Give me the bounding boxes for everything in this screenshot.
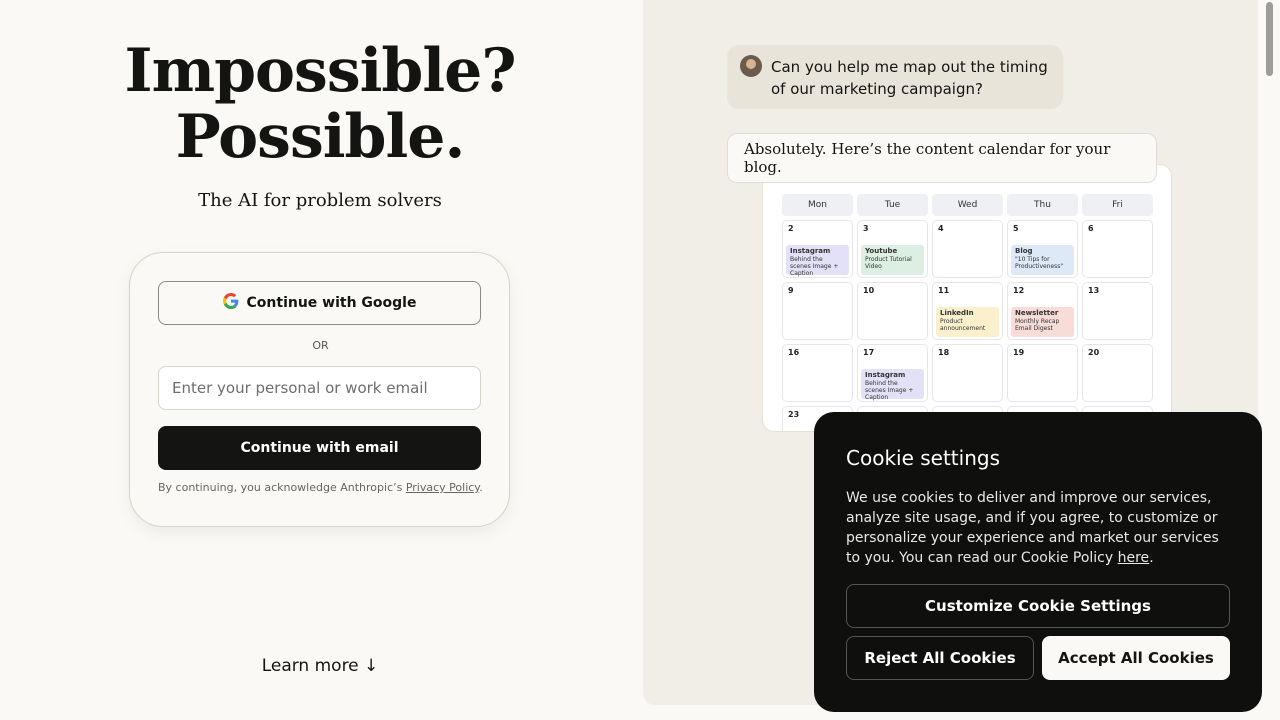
calendar-cell: 17 Instagram Behind the scenes Image + Cap… — [857, 344, 928, 402]
calendar-date: 9 — [788, 286, 794, 295]
calendar-cell: 20 — [1082, 344, 1153, 402]
calendar-event-title: Blog — [1015, 247, 1033, 255]
hero-subtitle: The AI for problem solvers — [198, 190, 442, 211]
hero-title-line1: Impossible? — [124, 36, 517, 106]
calendar-grid: Mon Tue Wed Thu Fri 2 Instagram Behind the scen… — [782, 194, 1153, 431]
hero-title-line2: Possible. — [175, 102, 466, 172]
calendar-date: 3 — [863, 224, 869, 233]
content-calendar: Mon Tue Wed Thu Fri 2 Instagram Behind the scen… — [762, 164, 1172, 432]
calendar-cell: 3 Youtube Product Tutorial Video — [857, 220, 928, 278]
email-input[interactable] — [158, 366, 481, 410]
calendar-event-description: "10 Tips for Productiveness" — [1015, 256, 1064, 270]
calendar-cell: 16 — [782, 344, 853, 402]
calendar-date: 2 — [788, 224, 794, 233]
calendar-date: 12 — [1013, 286, 1025, 295]
calendar-cell: 13 — [1082, 282, 1153, 340]
calendar-date: 6 — [1088, 224, 1094, 233]
calendar-cell: 18 — [932, 344, 1003, 402]
assistant-message-text: Absolutely. Here’s the content calendar … — [744, 140, 1111, 176]
calendar-event-description: Product announcement — [940, 318, 986, 332]
calendar-cell: 2 Instagram Behind the scenes Image + Capt… — [782, 220, 853, 278]
calendar-event-title: Instagram — [790, 247, 831, 255]
calendar-event: Newsletter Monthly Recap Email Digest — [1011, 307, 1074, 337]
hero-title: Impossible? Possible. — [0, 38, 640, 170]
legal-prefix: By continuing, you acknowledge Anthropic… — [158, 481, 406, 494]
legal-notice: By continuing, you acknowledge Anthropic… — [158, 481, 483, 494]
login-panel: Impossible? Possible. The AI for problem… — [0, 0, 643, 720]
calendar-cell: 10 — [857, 282, 928, 340]
calendar-day-header: Fri — [1082, 194, 1153, 216]
assistant-message-bubble: Absolutely. Here’s the content calendar … — [727, 133, 1157, 183]
calendar-event-description: Behind the scenes Image + Caption — [865, 380, 914, 401]
calendar-event-title: Youtube — [865, 247, 898, 255]
calendar-event-title: Newsletter — [1015, 309, 1059, 317]
calendar-date: 20 — [1088, 348, 1100, 357]
login-card: Continue with Google OR Continue with em… — [129, 252, 510, 527]
calendar-event-description: Product Tutorial Video — [865, 256, 912, 270]
calendar-event-title: LinkedIn — [940, 309, 974, 317]
cookie-body: We use cookies to deliver and improve ou… — [846, 490, 1219, 566]
calendar-date: 11 — [938, 286, 950, 295]
calendar-date: 13 — [1088, 286, 1100, 295]
calendar-date: 18 — [938, 348, 950, 357]
calendar-day-header: Tue — [857, 194, 928, 216]
accept-all-cookies-button[interactable]: Accept All Cookies — [1042, 636, 1230, 680]
calendar-cell: 19 — [1007, 344, 1078, 402]
or-divider: OR — [312, 339, 329, 352]
calendar-date: 16 — [788, 348, 800, 357]
calendar-event: LinkedIn Product announcement — [936, 307, 999, 337]
calendar-day-header: Wed — [932, 194, 1003, 216]
calendar-event: Youtube Product Tutorial Video — [861, 245, 924, 275]
calendar-event: Blog "10 Tips for Productiveness" — [1011, 245, 1074, 275]
continue-with-google-button[interactable]: Continue with Google — [158, 281, 481, 325]
customize-cookie-settings-button[interactable]: Customize Cookie Settings — [846, 584, 1230, 628]
calendar-date: 5 — [1013, 224, 1019, 233]
cookie-policy-link[interactable]: here — [1118, 550, 1150, 566]
calendar-event-title: Instagram — [865, 371, 906, 379]
reject-all-cookies-button[interactable]: Reject All Cookies — [846, 636, 1034, 680]
cookie-body-end: . — [1149, 550, 1154, 566]
calendar-cell: 9 — [782, 282, 853, 340]
calendar-day-header: Thu — [1007, 194, 1078, 216]
continue-with-email-button[interactable]: Continue with email — [158, 426, 481, 470]
cookie-settings-dialog: Cookie settings We use cookies to delive… — [814, 412, 1262, 712]
calendar-date: 17 — [863, 348, 875, 357]
calendar-day-header: Mon — [782, 194, 853, 216]
google-icon — [222, 293, 239, 313]
legal-suffix: . — [479, 481, 483, 494]
user-message-bubble: Can you help me map out the timing of ou… — [727, 45, 1063, 109]
calendar-event: Instagram Behind the scenes Image + Capti… — [786, 245, 849, 277]
cookie-description: We use cookies to deliver and improve ou… — [846, 488, 1231, 568]
calendar-date: 19 — [1013, 348, 1025, 357]
calendar-date: 10 — [863, 286, 875, 295]
calendar-cell: 5 Blog "10 Tips for Productiveness" — [1007, 220, 1078, 278]
calendar-date: 4 — [938, 224, 944, 233]
calendar-cell: 6 — [1082, 220, 1153, 278]
google-button-label: Continue with Google — [246, 295, 417, 311]
calendar-cell: 12 Newsletter Monthly Recap Email Digest — [1007, 282, 1078, 340]
calendar-event: Instagram Behind the scenes Image + Capti… — [861, 369, 924, 401]
calendar-event-description: Monthly Recap Email Digest — [1015, 318, 1060, 332]
user-message-text: Can you help me map out the timing of ou… — [771, 58, 1048, 98]
learn-more-link[interactable]: Learn more ↓ — [0, 656, 640, 676]
calendar-event-description: Behind the scenes Image + Caption — [790, 256, 839, 277]
calendar-cell: 11 LinkedIn Product announcement — [932, 282, 1003, 340]
calendar-cell: 4 — [932, 220, 1003, 278]
privacy-policy-link[interactable]: Privacy Policy — [406, 481, 479, 494]
cookie-title: Cookie settings — [846, 446, 1000, 470]
avatar — [740, 55, 762, 77]
scrollbar-thumb[interactable] — [1266, 2, 1273, 76]
